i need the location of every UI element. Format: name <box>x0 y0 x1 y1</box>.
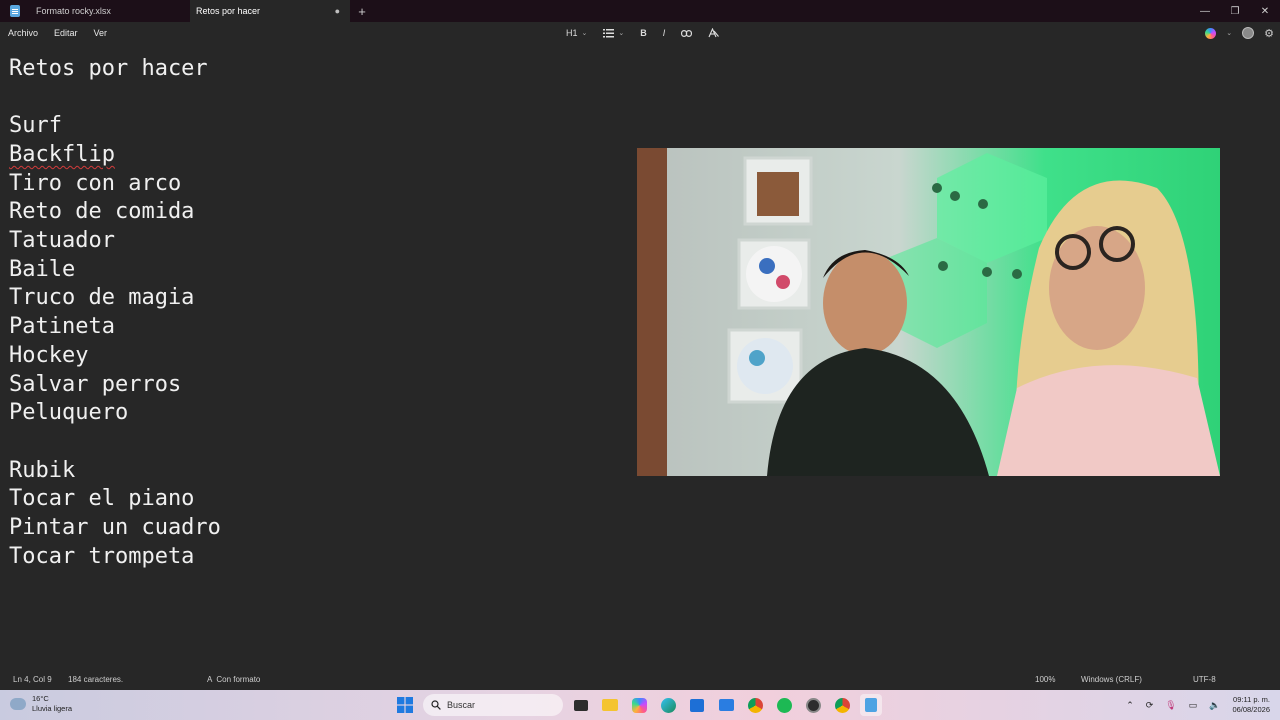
remote-desktop-icon[interactable] <box>715 694 737 716</box>
encoding[interactable]: UTF-8 <box>1193 675 1216 684</box>
copilot-icon[interactable] <box>1205 27 1217 39</box>
file-explorer-icon[interactable] <box>599 694 621 716</box>
microphone-icon[interactable]: 🎙 <box>1165 700 1176 711</box>
char-count: 184 caracteres. <box>68 675 124 684</box>
clock-time: 09:11 p. m. <box>1233 695 1270 704</box>
notepad-taskbar-icon[interactable] <box>860 694 882 716</box>
search-placeholder: Buscar <box>447 700 476 710</box>
tab-formato-rocky[interactable]: Formato rocky.xlsx <box>30 0 190 22</box>
list-icon <box>603 28 615 37</box>
tab-label: Retos por hacer <box>196 6 261 16</box>
menu-archivo[interactable]: Archivo <box>0 28 46 38</box>
italic-label: I <box>662 28 666 38</box>
clear-format-icon <box>708 28 720 38</box>
link-button[interactable] <box>675 29 698 37</box>
spotify-icon[interactable] <box>773 694 795 716</box>
menu-ver[interactable]: Ver <box>86 28 116 38</box>
chevron-up-icon[interactable]: ⌃ <box>1126 700 1134 711</box>
webcam-image <box>637 148 1220 476</box>
copilot-app-icon[interactable] <box>628 694 650 716</box>
store-icon[interactable] <box>686 694 708 716</box>
weather-temp: 16°C <box>32 694 49 703</box>
clock[interactable]: 09:11 p. m. 06/08/2026 <box>1232 695 1270 715</box>
task-view-icon[interactable] <box>570 694 592 716</box>
unsaved-dot-icon[interactable]: ● <box>335 6 340 16</box>
close-button[interactable]: ✕ <box>1250 0 1280 22</box>
tab-label: Formato rocky.xlsx <box>36 6 111 16</box>
format-icon: A <box>207 675 213 684</box>
gear-icon[interactable]: ⚙ <box>1264 27 1274 40</box>
bold-button[interactable]: B <box>634 28 653 38</box>
chevron-down-icon: ⌄ <box>618 30 625 37</box>
italic-button[interactable]: I <box>657 28 672 38</box>
taskbar: 16°C Lluvia ligera Buscar ⌃ ⟳ 🎙 ▭ 🔈 09:1… <box>0 690 1280 720</box>
zoom-level[interactable]: 100% <box>1035 675 1055 684</box>
tab-retos-por-hacer[interactable]: Retos por hacer ● <box>190 0 350 22</box>
editor-line: Baile <box>9 257 76 282</box>
sync-icon[interactable]: ⟳ <box>1146 700 1154 711</box>
format-mode[interactable]: A Con formato <box>207 675 260 684</box>
notepad-app-icon <box>0 0 30 22</box>
editor-line-misspelled: Backflip <box>9 142 115 167</box>
weather-desc: Lluvia ligera <box>32 704 73 713</box>
menu-editar[interactable]: Editar <box>46 28 86 38</box>
editor-line: Surf <box>9 113 62 138</box>
editor-line: Tiro con arco <box>9 171 182 196</box>
chevron-down-icon: ⌄ <box>581 30 588 37</box>
link-icon <box>681 29 693 37</box>
chrome-icon[interactable] <box>744 694 766 716</box>
search-icon <box>431 700 441 710</box>
editor-line: Truco de magia <box>9 285 195 310</box>
heading-label: H1 <box>566 28 578 38</box>
clear-format-button[interactable] <box>702 28 725 38</box>
editor-line: Tocar trompeta <box>9 544 195 569</box>
editor-line: Salvar perros <box>9 372 182 397</box>
maximize-button[interactable]: ❐ <box>1220 0 1250 22</box>
display-icon[interactable]: ▭ <box>1189 700 1198 711</box>
cursor-position[interactable]: Ln 4, Col 9 <box>13 675 52 684</box>
add-tab-button[interactable]: + <box>350 0 374 22</box>
editor-line: Pintar un cuadro <box>9 515 221 540</box>
format-toolbar: H1 ⌄ ⌄ B I <box>560 22 725 44</box>
editor-line: Tatuador <box>9 228 115 253</box>
clock-date: 06/08/2026 <box>1232 705 1270 714</box>
editor-line: Patineta <box>9 314 115 339</box>
format-label: Con formato <box>216 675 261 684</box>
editor-line: Hockey <box>9 343 89 368</box>
editor-line: Peluquero <box>9 400 129 425</box>
account-avatar[interactable] <box>1242 27 1255 39</box>
edge-icon[interactable] <box>657 694 679 716</box>
title-bar: Formato rocky.xlsx Retos por hacer ● + —… <box>0 0 1280 22</box>
speaker-icon[interactable]: 🔈 <box>1209 700 1220 711</box>
editor-line: Reto de comida <box>9 199 195 224</box>
weather-widget[interactable]: 16°C Lluvia ligera <box>10 694 72 714</box>
rain-cloud-icon <box>10 698 26 710</box>
bold-label: B <box>640 28 647 38</box>
menu-bar: Archivo Editar Ver H1 ⌄ ⌄ B I ⌄ ⚙ <box>0 22 1280 44</box>
taskbar-search[interactable]: Buscar <box>423 694 563 716</box>
heading-dropdown[interactable]: H1 ⌄ <box>560 28 593 38</box>
editor-line: Retos por hacer <box>9 56 208 81</box>
webcam-overlay <box>637 148 1220 476</box>
obs-icon[interactable] <box>802 694 824 716</box>
list-dropdown[interactable]: ⌄ <box>597 28 630 38</box>
status-bar: Ln 4, Col 9 184 caracteres. A Con formato… <box>0 668 1280 690</box>
line-ending[interactable]: Windows (CRLF) <box>1081 675 1142 684</box>
editor-line: Rubik <box>9 458 76 483</box>
minimize-button[interactable]: — <box>1190 0 1220 22</box>
chevron-down-icon[interactable]: ⌄ <box>1226 29 1232 37</box>
windows-start-icon[interactable] <box>394 694 416 716</box>
editor-line: Tocar el piano <box>9 486 195 511</box>
chrome-profile-icon[interactable] <box>831 694 853 716</box>
